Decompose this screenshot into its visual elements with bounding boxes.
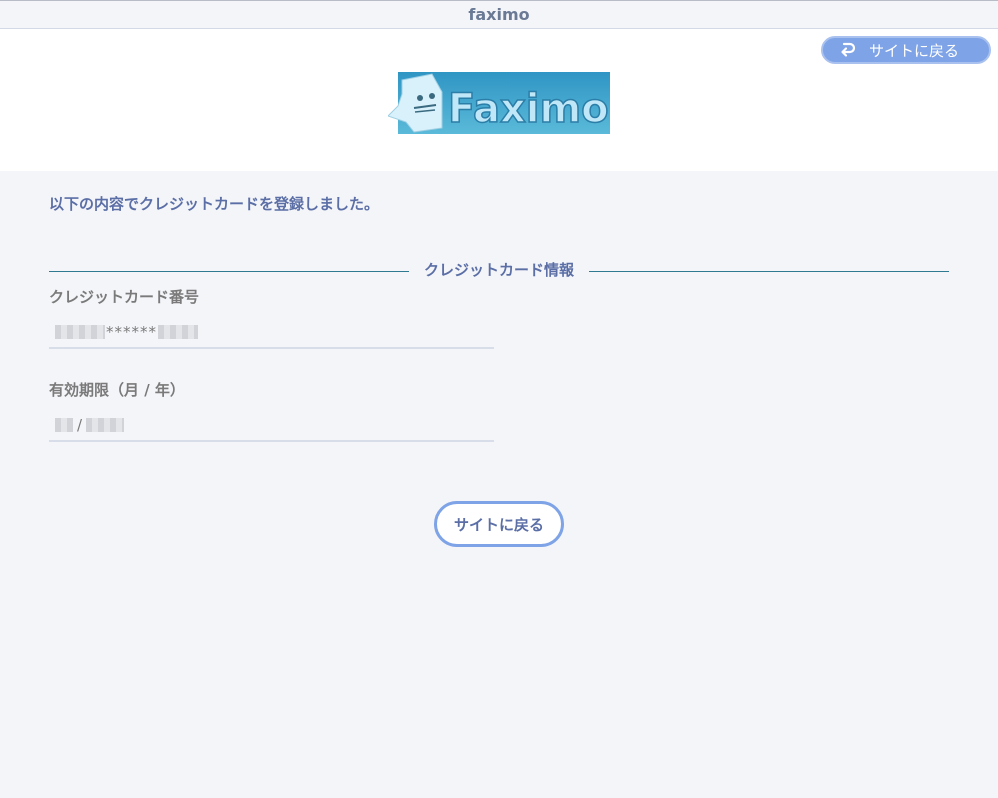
- registration-complete-message: 以下の内容でクレジットカードを登録しました。: [49, 195, 380, 213]
- svg-text:Faximo: Faximo: [448, 86, 609, 132]
- main-content: 以下の内容でクレジットカードを登録しました。 クレジットカード情報 クレジットカ…: [0, 171, 998, 798]
- back-to-site-button[interactable]: サイトに戻る: [434, 501, 564, 547]
- expiry-year-redacted: [86, 418, 125, 432]
- card-number-redacted-prefix: [55, 325, 105, 339]
- divider-left: [49, 271, 409, 272]
- expiry-separator: /: [77, 416, 83, 434]
- card-number-field: クレジットカード番号 ******: [49, 287, 494, 349]
- back-to-site-button-top[interactable]: サイトに戻る: [821, 36, 991, 64]
- expiry-month-redacted: [55, 418, 73, 432]
- return-arrow-icon: [841, 42, 856, 57]
- card-number-label: クレジットカード番号: [49, 288, 200, 306]
- faximo-logo: Faximo: [387, 72, 610, 134]
- card-number-masked: ******: [106, 323, 157, 341]
- back-to-site-label-top: サイトに戻る: [869, 41, 960, 60]
- section-heading-label: クレジットカード情報: [423, 261, 574, 279]
- window-titlebar: faximo: [0, 0, 998, 29]
- site-header: サイトに戻る Faximo: [0, 29, 998, 171]
- window-title: faximo: [468, 5, 530, 24]
- expiry-field: 有効期限（月 / 年） /: [49, 380, 494, 442]
- section-heading-card-info: クレジットカード情報: [49, 258, 949, 282]
- card-number-value: ******: [49, 317, 494, 347]
- expiry-label: 有効期限（月 / 年）: [49, 381, 185, 399]
- divider-right: [589, 271, 949, 272]
- card-number-redacted-suffix: [158, 325, 198, 339]
- expiry-value: /: [49, 410, 494, 440]
- fax-ghost-icon: Faximo: [387, 72, 610, 134]
